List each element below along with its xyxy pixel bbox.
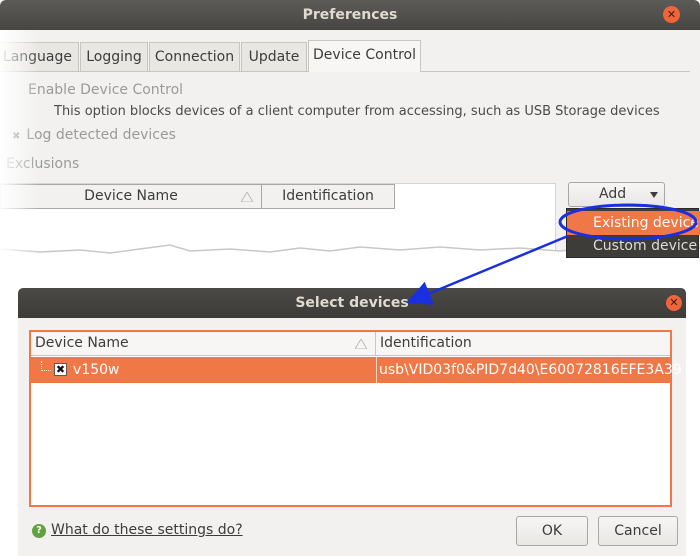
column-device-name[interactable]: Device Name (0, 184, 262, 209)
sort-arrow-icon (241, 192, 253, 202)
dropdown-arrow-icon (650, 192, 658, 198)
identification-cell: usb\VID03f0&PID7d40\E60072816EFE3A39 (379, 362, 682, 378)
column-separator (376, 357, 377, 383)
tab-device-control[interactable]: Device Control (308, 40, 421, 72)
close-icon[interactable]: ✕ (666, 295, 682, 311)
log-detected-devices-checkbox[interactable]: ✖ Log detected devices (12, 127, 176, 143)
help-link[interactable]: What do these settings do? (51, 522, 243, 538)
tab-logging[interactable]: Logging (80, 42, 148, 72)
devices-table[interactable]: Device Name Identification ✖ v150w usb\V… (29, 330, 682, 507)
table-row[interactable]: ✖ v150w usb\VID03f0&PID7d40\E60072816EFE… (31, 357, 682, 383)
close-icon[interactable]: ✕ (663, 6, 680, 23)
column-identification[interactable]: Identification (376, 332, 670, 356)
tree-expander-line (41, 361, 51, 371)
preferences-titlebar: Preferences ✕ (0, 0, 700, 30)
menu-item-existing-device[interactable]: Existing device (567, 211, 700, 235)
help-icon: ? (32, 524, 46, 538)
select-devices-body: Device Name Identification ✖ v150w usb\V… (18, 318, 686, 556)
cancel-button[interactable]: Cancel (598, 516, 678, 546)
column-device-name[interactable]: Device Name (31, 332, 376, 356)
exclusions-label: Exclusions (6, 156, 80, 172)
select-devices-titlebar: Select devices ✕ (18, 288, 686, 318)
checkbox-checked-icon: ✖ (12, 131, 21, 142)
window-title: Preferences (302, 7, 398, 23)
add-button[interactable]: Add (568, 182, 665, 207)
checkbox-checked-icon[interactable]: ✖ (54, 363, 67, 376)
dialog-title: Select devices (295, 295, 409, 311)
tab-language[interactable]: Language (0, 42, 79, 72)
enable-description: This option blocks devices of a client c… (54, 104, 660, 119)
device-name-cell: v150w (73, 362, 120, 378)
add-dropdown-menu: Existing device Custom device (566, 208, 700, 258)
tab-connection[interactable]: Connection (149, 42, 240, 72)
column-identification[interactable]: Identification (261, 184, 395, 209)
enable-device-control-checkbox[interactable]: Enable Device Control (28, 82, 183, 98)
tab-update[interactable]: Update (241, 42, 307, 72)
menu-item-custom-device[interactable]: Custom device (567, 234, 700, 258)
ok-button[interactable]: OK (516, 516, 588, 546)
sort-arrow-icon (355, 339, 367, 349)
